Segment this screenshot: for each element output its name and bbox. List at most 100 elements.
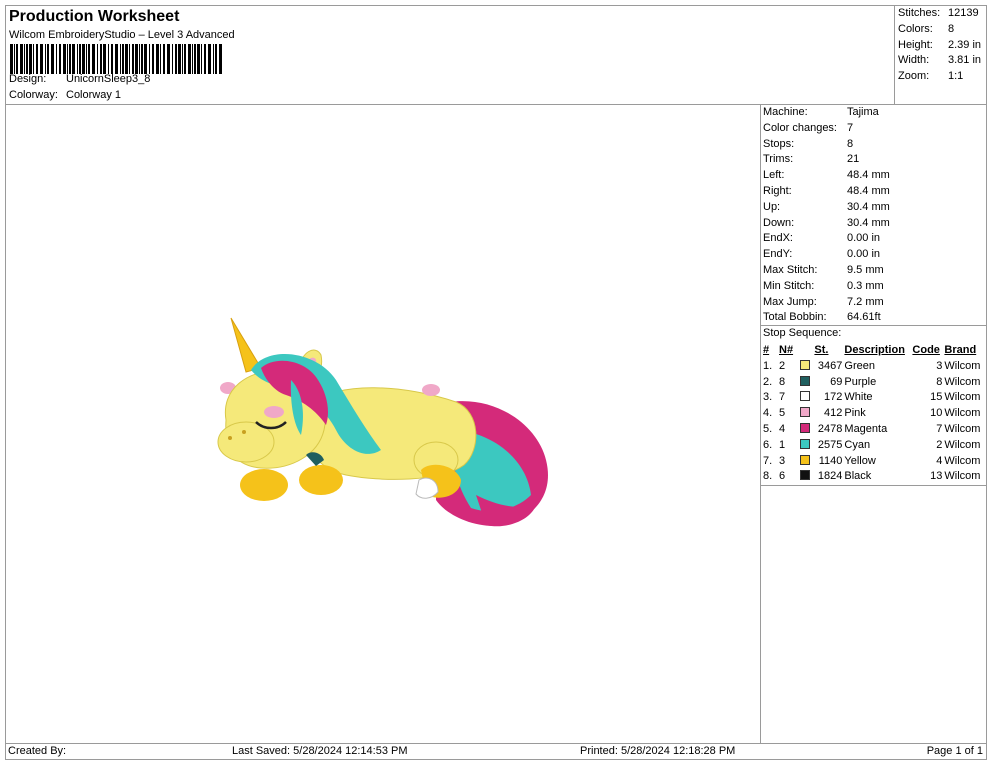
table-row: 7. 3 1140 Yellow 4 Wilcom	[762, 453, 983, 469]
table-row: 3. 7 172 White 15 Wilcom	[762, 390, 983, 406]
unicorn-embroidery-preview	[217, 317, 548, 527]
width-value: 3.81 in	[948, 54, 982, 66]
row-needle: 2	[778, 358, 813, 374]
col-num: #	[763, 344, 770, 356]
barcode-bar	[67, 44, 68, 74]
barcode-bar	[47, 44, 49, 74]
barcode-bar	[188, 44, 191, 74]
table-row: 1. 2 3467 Green 3 Wilcom	[762, 358, 983, 374]
detail-label: EndY:	[763, 248, 793, 261]
row-needle: 1	[778, 437, 813, 453]
detail-row: Down: 30.4 mm	[763, 217, 985, 229]
stitches-label: Stitches:	[898, 7, 941, 19]
row-code: 3	[936, 359, 943, 372]
row-code: 10	[930, 407, 943, 420]
table-row: 4. 5 412 Pink 10 Wilcom	[762, 405, 983, 421]
row-num: 7.	[763, 454, 773, 467]
barcode-bar	[45, 44, 46, 74]
barcode-bar	[204, 44, 206, 74]
row-stitches: 1824	[817, 470, 843, 483]
detail-label: Trims:	[763, 153, 794, 166]
detail-label: Right:	[763, 185, 792, 197]
barcode-bar	[182, 44, 183, 74]
stop-sequence-title: Stop Sequence:	[763, 327, 842, 339]
detail-value: 48.4 mm	[847, 169, 890, 182]
barcode-bar	[192, 44, 193, 74]
row-brand: Wilcom	[944, 438, 981, 451]
detail-label: Color changes:	[763, 121, 837, 134]
stop-sequence-table: # N# St. Description Code Brand 1. 2 3467…	[762, 342, 983, 484]
height-row: Height: 2.39 in	[898, 39, 986, 51]
row-code: 8	[936, 375, 943, 388]
row-needle: 3	[778, 453, 813, 469]
colorway-label: Colorway:	[9, 89, 58, 101]
colors-label: Colors:	[898, 23, 933, 35]
barcode-bar	[79, 44, 81, 74]
barcode-bar	[33, 44, 34, 74]
detail-value: 0.3 mm	[847, 279, 884, 292]
barcode-bar	[197, 44, 200, 74]
detail-value: 48.4 mm	[847, 185, 890, 197]
detail-row: Max Stitch: 9.5 mm	[763, 264, 985, 276]
barcode-bar	[111, 44, 113, 74]
design-row: Design: UnicornSleep3_8	[9, 73, 150, 85]
barcode-bar	[156, 44, 159, 74]
detail-label: Down:	[763, 216, 795, 229]
row-stitches: 2478	[817, 423, 843, 436]
row-brand: Wilcom	[944, 407, 981, 420]
barcode-bar	[88, 44, 90, 74]
color-swatch	[800, 470, 811, 481]
detail-row: Min Stitch: 0.3 mm	[763, 280, 985, 292]
detail-row: Stops: 8	[763, 138, 985, 150]
col-description: Description	[844, 344, 905, 356]
detail-label: Max Stitch:	[763, 264, 818, 276]
row-code: 13	[930, 470, 943, 483]
detail-row: EndY: 0.00 in	[763, 248, 985, 260]
barcode-bar	[144, 44, 147, 74]
row-description: Magenta	[844, 423, 888, 436]
width-label: Width:	[898, 54, 930, 66]
barcode-bar	[108, 44, 109, 74]
barcode-bar	[26, 44, 28, 74]
col-brand: Brand	[944, 344, 977, 356]
barcode-bar	[100, 44, 102, 74]
row-needle: 8	[778, 374, 813, 390]
detail-value: 9.5 mm	[847, 264, 884, 276]
needle-number: 6	[779, 470, 786, 483]
needle-number: 4	[779, 423, 786, 436]
detail-row: Left: 48.4 mm	[763, 169, 985, 181]
width-row: Width: 3.81 in	[898, 54, 986, 66]
detail-label: Left:	[763, 169, 785, 182]
row-stitches: 3467	[817, 359, 843, 372]
row-stitches: 1140	[818, 454, 843, 467]
col-n: N#	[779, 344, 794, 356]
barcode-bar	[163, 44, 165, 74]
row-code: 4	[936, 454, 943, 467]
barcode-bar	[184, 44, 186, 74]
row-needle: 4	[778, 421, 813, 437]
barcode-bar	[208, 44, 211, 74]
barcode-bar	[132, 44, 134, 74]
detail-value: 21	[847, 153, 860, 166]
row-description: Purple	[844, 375, 877, 388]
worksheet-footer: Created By: Last Saved: 5/28/2024 12:14:…	[5, 743, 987, 760]
barcode-bar	[139, 44, 140, 74]
barcode-bar	[175, 44, 177, 74]
color-swatch	[800, 359, 811, 370]
row-num: 5.	[763, 423, 773, 436]
divider	[761, 485, 986, 486]
detail-row: Max Jump: 7.2 mm	[763, 296, 985, 308]
barcode-bar	[92, 44, 95, 74]
needle-number: 1	[779, 438, 786, 451]
zoom-label: Zoom:	[898, 70, 930, 82]
barcode-bar	[152, 44, 154, 74]
worksheet-header: Production Worksheet Wilcom EmbroiderySt…	[5, 5, 895, 105]
machine-details-panel: Machine: Tajima Color changes: 7 Stops: 8 Trim…	[760, 104, 987, 744]
row-stitches: 69	[830, 375, 843, 388]
row-brand: Wilcom	[944, 359, 981, 372]
row-description: Black	[844, 470, 872, 483]
detail-label: Machine:	[763, 106, 808, 118]
row-needle: 5	[778, 405, 813, 421]
barcode-bar	[178, 44, 181, 74]
barcode-bar	[29, 44, 32, 74]
